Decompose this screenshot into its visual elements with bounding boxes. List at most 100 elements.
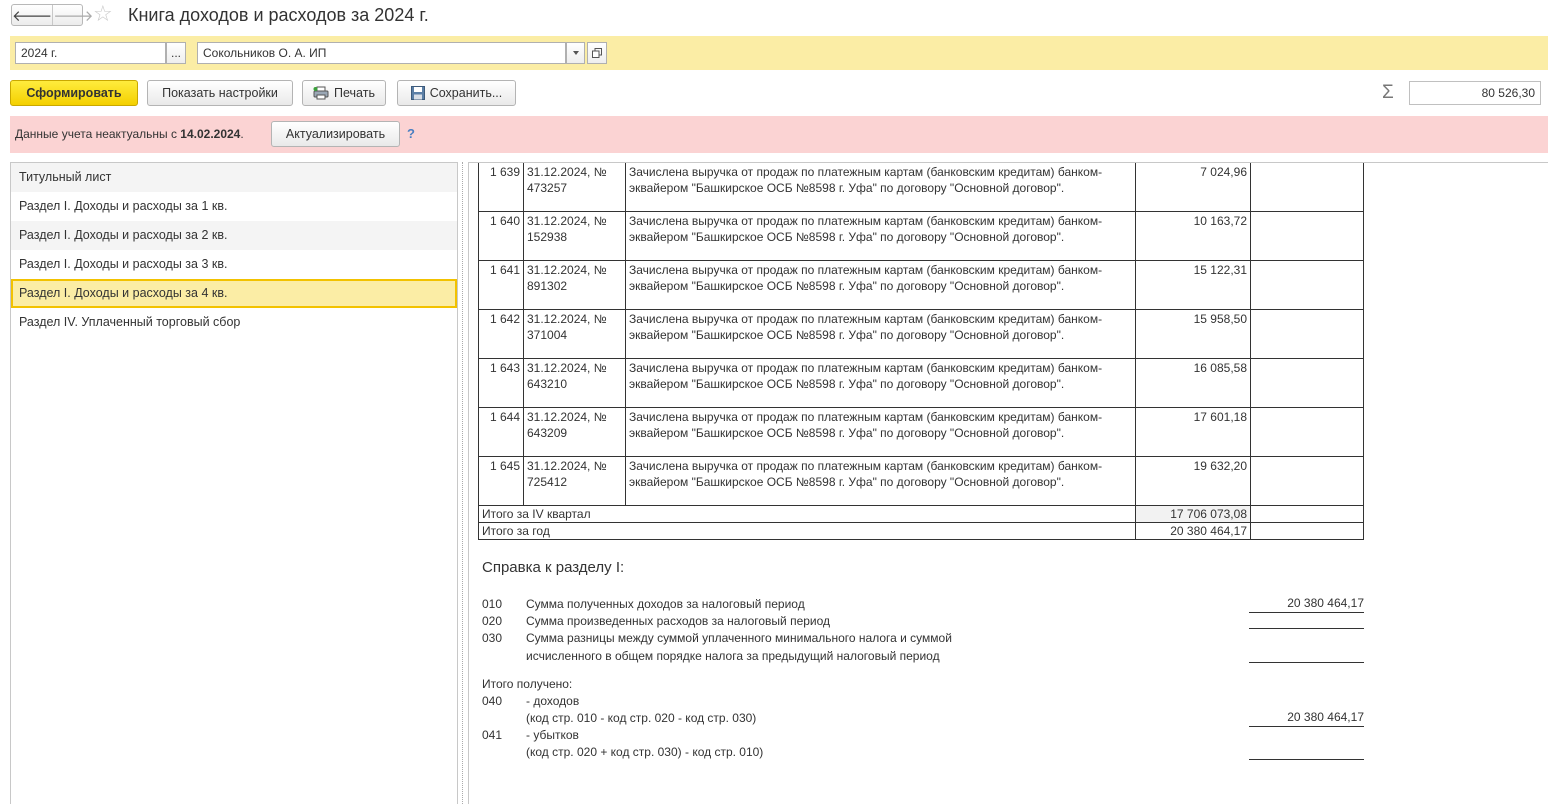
section-item-title-page[interactable]: Титульный лист <box>11 163 457 192</box>
show-settings-button[interactable]: Показать настройки <box>147 80 293 106</box>
entry-document: 31.12.2024, № 891302 <box>523 260 626 310</box>
print-button[interactable]: Печать <box>302 80 386 106</box>
entry-expense <box>1250 358 1364 408</box>
organization-dropdown-button[interactable] <box>566 42 585 64</box>
arrow-right-icon: 🡒 <box>53 7 94 25</box>
entry-income: 17 601,18 <box>1135 407 1251 457</box>
table-row: 1 639 31.12.2024, № 473257 Зачислена выр… <box>478 163 1364 212</box>
period-select-button[interactable]: ... <box>166 42 186 64</box>
total-expense <box>1250 505 1364 523</box>
line-value-040: 20 380 464,17 <box>1249 710 1364 727</box>
section-item-q4[interactable]: Раздел I. Доходы и расходы за 4 кв. <box>11 279 457 308</box>
line-code-040: 040 <box>482 694 503 708</box>
entry-description: Зачислена выручка от продаж по платежным… <box>625 163 1136 212</box>
print-label: Печать <box>334 86 375 100</box>
year-total-row: Итого за год 20 380 464,17 <box>478 522 1364 540</box>
organization-open-button[interactable] <box>587 42 607 64</box>
income-expense-table: 1 639 31.12.2024, № 473257 Зачислена выр… <box>478 163 1364 540</box>
section-item-trade-fee[interactable]: Раздел IV. Уплаченный торговый сбор <box>11 308 457 337</box>
total-expense <box>1250 522 1364 540</box>
total-income: 17 706 073,08 <box>1135 505 1251 523</box>
table-row: 1 644 31.12.2024, № 643209 Зачислена выр… <box>478 407 1364 457</box>
line-code-010: 010 <box>482 597 503 611</box>
table-row: 1 643 31.12.2024, № 643210 Зачислена выр… <box>478 358 1364 408</box>
line-code-020: 020 <box>482 614 503 628</box>
save-button[interactable]: Сохранить... <box>397 80 516 106</box>
entry-document: 31.12.2024, № 473257 <box>523 163 626 212</box>
entry-description: Зачислена выручка от продаж по платежным… <box>625 407 1136 457</box>
generate-report-button[interactable]: Сформировать <box>10 80 138 106</box>
line-text-040-a: - доходов <box>526 694 580 708</box>
actualize-button[interactable]: Актуализировать <box>271 121 400 147</box>
warning-text: Данные учета неактуальны с <box>15 127 181 141</box>
entry-number: 1 640 <box>478 211 524 261</box>
navigation-buttons: 🡐 🡒 <box>11 4 93 26</box>
entry-description: Зачислена выручка от продаж по платежным… <box>625 309 1136 359</box>
selected-sum-field: 80 526,30 <box>1409 81 1541 105</box>
entry-number: 1 639 <box>478 163 524 212</box>
entry-income: 15 958,50 <box>1135 309 1251 359</box>
entry-document: 31.12.2024, № 725412 <box>523 456 626 506</box>
line-text-030-b: исчисленного в общем порядке налога за п… <box>526 649 940 663</box>
section-item-q1[interactable]: Раздел I. Доходы и расходы за 1 кв. <box>11 192 457 221</box>
line-value-041 <box>1249 743 1364 760</box>
quarter-total-row: Итого за IV квартал 17 706 073,08 <box>478 505 1364 523</box>
section-item-q3[interactable]: Раздел I. Доходы и расходы за 3 кв. <box>11 250 457 279</box>
entry-expense <box>1250 260 1364 310</box>
open-window-icon <box>592 48 602 58</box>
entry-expense <box>1250 163 1364 212</box>
line-value-010: 20 380 464,17 <box>1249 596 1364 613</box>
help-link[interactable]: ? <box>407 126 415 141</box>
line-text-040-b: (код стр. 010 - код стр. 020 - код стр. … <box>526 711 757 725</box>
total-income: 20 380 464,17 <box>1135 522 1251 540</box>
panel-splitter[interactable] <box>462 162 464 804</box>
entry-description: Зачислена выручка от продаж по платежным… <box>625 211 1136 261</box>
floppy-disk-icon <box>410 86 425 100</box>
entry-document: 31.12.2024, № 371004 <box>523 309 626 359</box>
report-document[interactable]: 1 639 31.12.2024, № 473257 Зачислена выр… <box>468 162 1548 804</box>
line-text-020: Сумма произведенных расходов за налоговы… <box>526 614 831 628</box>
line-code-041: 041 <box>482 728 503 742</box>
total-received-heading: Итого получено: <box>482 677 573 691</box>
entry-document: 31.12.2024, № 643210 <box>523 358 626 408</box>
save-label: Сохранить... <box>429 86 503 100</box>
section-item-q2[interactable]: Раздел I. Доходы и расходы за 2 кв. <box>11 221 457 250</box>
table-row: 1 645 31.12.2024, № 725412 Зачислена выр… <box>478 456 1364 506</box>
entry-income: 10 163,72 <box>1135 211 1251 261</box>
entry-expense <box>1250 211 1364 261</box>
table-row: 1 641 31.12.2024, № 891302 Зачислена выр… <box>478 260 1364 310</box>
line-text-010: Сумма полученных доходов за налоговый пе… <box>526 597 805 611</box>
period-field[interactable]: 2024 г. <box>15 42 166 64</box>
entry-expense <box>1250 407 1364 457</box>
window-title: Книга доходов и расходов за 2024 г. <box>128 5 429 25</box>
printer-icon <box>313 86 329 100</box>
favorite-star-icon[interactable]: ☆ <box>93 2 113 26</box>
table-row: 1 642 31.12.2024, № 371004 Зачислена выр… <box>478 309 1364 359</box>
reference-title: Справка к разделу I: <box>482 559 625 576</box>
chevron-down-icon <box>572 51 579 55</box>
outdated-data-warning: Данные учета неактуальны с 14.02.2024. А… <box>10 116 1548 153</box>
organization-field[interactable]: Сокольников О. А. ИП <box>197 42 566 64</box>
back-button[interactable]: 🡐 <box>12 5 52 25</box>
window-titlebar: 🡐 🡒 ☆ Книга доходов и расходов за 2024 г… <box>0 0 1548 32</box>
entry-description: Зачислена выручка от продаж по платежным… <box>625 260 1136 310</box>
entry-expense <box>1250 456 1364 506</box>
sigma-icon: Σ <box>1382 82 1394 103</box>
report-parameters-bar: 2024 г. ... Сокольников О. А. ИП <box>10 36 1548 70</box>
entry-document: 31.12.2024, № 152938 <box>523 211 626 261</box>
warning-message: Данные учета неактуальны с 14.02.2024. <box>15 127 244 141</box>
line-value-030 <box>1249 646 1364 663</box>
line-text-041-b: (код стр. 020 + код стр. 030) - код стр.… <box>526 745 764 759</box>
entry-income: 15 122,31 <box>1135 260 1251 310</box>
warning-date: 14.02.2024 <box>180 127 241 141</box>
entry-number: 1 643 <box>478 358 524 408</box>
total-label: Итого за год <box>478 522 1136 540</box>
report-sections-list: Титульный лист Раздел I. Доходы и расход… <box>10 162 458 804</box>
forward-button[interactable]: 🡒 <box>52 5 93 25</box>
line-text-030-a: Сумма разницы между суммой уплаченного м… <box>526 631 952 645</box>
line-code-030: 030 <box>482 631 503 645</box>
warning-text-end: . <box>240 127 244 141</box>
entry-income: 16 085,58 <box>1135 358 1251 408</box>
entry-document: 31.12.2024, № 643209 <box>523 407 626 457</box>
total-label: Итого за IV квартал <box>478 505 1136 523</box>
